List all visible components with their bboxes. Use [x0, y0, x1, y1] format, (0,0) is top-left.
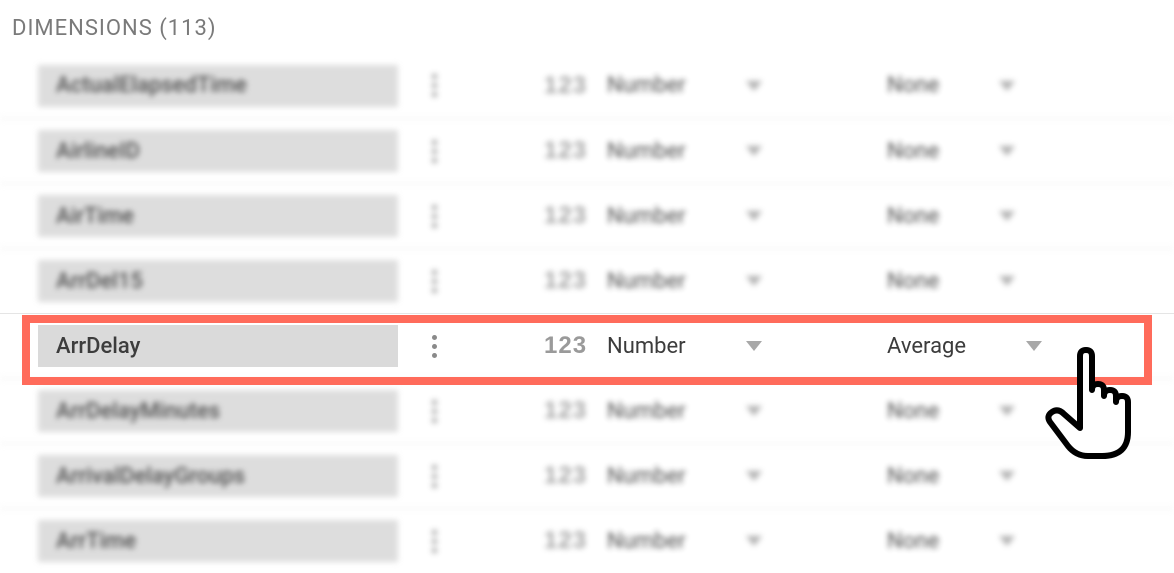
dimension-pill[interactable]: ActualElapsedTime: [38, 65, 398, 107]
type-dropdown[interactable]: Number: [607, 529, 807, 554]
dimension-pill[interactable]: ArrDelayMinutes: [38, 390, 398, 432]
dimension-pill[interactable]: ArrTime: [38, 520, 398, 562]
aggregation-dropdown[interactable]: None: [887, 399, 1087, 424]
kebab-menu-icon[interactable]: [414, 74, 454, 97]
number-type-icon: 123: [544, 202, 587, 230]
chevron-down-icon: [999, 81, 1015, 91]
aggregation-label: None: [887, 204, 939, 229]
kebab-menu-icon[interactable]: [414, 530, 454, 553]
chevron-down-icon: [999, 146, 1015, 156]
aggregation-label: None: [887, 464, 939, 489]
dimension-row[interactable]: ArrDel15 123 Number None: [0, 248, 1174, 313]
aggregation-dropdown[interactable]: None: [887, 139, 1087, 164]
dimension-row[interactable]: ArrDelay 123 Number Average: [0, 313, 1174, 378]
chevron-down-icon: [746, 471, 762, 481]
aggregation-label: None: [887, 529, 939, 554]
number-type-icon: 123: [544, 462, 587, 490]
dimension-pill[interactable]: ArrDelay: [38, 325, 398, 367]
aggregation-label: None: [887, 399, 939, 424]
aggregation-dropdown[interactable]: None: [887, 73, 1087, 98]
dimensions-list: ActualElapsedTime 123 Number None AirlineID 1…: [0, 53, 1174, 573]
type-dropdown[interactable]: Number: [607, 204, 807, 229]
number-type-icon: 123: [544, 72, 587, 100]
aggregation-label: Average: [887, 334, 966, 359]
kebab-menu-icon[interactable]: [414, 205, 454, 228]
aggregation-label: None: [887, 73, 939, 98]
type-label: Number: [607, 269, 686, 294]
chevron-down-icon: [746, 146, 762, 156]
dimension-pill[interactable]: ArrivalDelayGroups: [38, 455, 398, 497]
dimension-row[interactable]: ArrivalDelayGroups 123 Number None: [0, 443, 1174, 508]
aggregation-dropdown[interactable]: None: [887, 529, 1087, 554]
chevron-down-icon: [746, 406, 762, 416]
number-type-icon: 123: [544, 397, 587, 425]
kebab-menu-icon[interactable]: [414, 140, 454, 163]
number-type-icon: 123: [544, 267, 587, 295]
kebab-menu-icon[interactable]: [414, 465, 454, 488]
number-type-icon: 123: [544, 332, 587, 360]
dimensions-count: 113: [168, 16, 208, 41]
aggregation-dropdown[interactable]: None: [887, 269, 1087, 294]
type-label: Number: [607, 399, 686, 424]
chevron-down-icon: [1026, 341, 1042, 351]
chevron-down-icon: [999, 211, 1015, 221]
aggregation-dropdown[interactable]: Average: [887, 334, 1087, 359]
aggregation-label: None: [887, 139, 939, 164]
aggregation-label: None: [887, 269, 939, 294]
dimension-row[interactable]: AirTime 123 Number None: [0, 183, 1174, 248]
type-dropdown[interactable]: Number: [607, 334, 807, 359]
type-label: Number: [607, 204, 686, 229]
dimension-pill[interactable]: AirTime: [38, 195, 398, 237]
type-dropdown[interactable]: Number: [607, 464, 807, 489]
dimension-row[interactable]: AirlineID 123 Number None: [0, 118, 1174, 183]
chevron-down-icon: [999, 276, 1015, 286]
dimensions-header: DIMENSIONS (113): [0, 0, 1174, 53]
dimension-row[interactable]: ArrTime 123 Number None: [0, 508, 1174, 573]
chevron-down-icon: [746, 341, 762, 351]
aggregation-dropdown[interactable]: None: [887, 204, 1087, 229]
type-label: Number: [607, 529, 686, 554]
dimension-pill[interactable]: AirlineID: [38, 130, 398, 172]
type-label: Number: [607, 464, 686, 489]
kebab-menu-icon[interactable]: [414, 400, 454, 423]
type-dropdown[interactable]: Number: [607, 399, 807, 424]
number-type-icon: 123: [544, 137, 587, 165]
number-type-icon: 123: [544, 527, 587, 555]
kebab-menu-icon[interactable]: [414, 335, 454, 358]
dimension-row[interactable]: ActualElapsedTime 123 Number None: [0, 53, 1174, 118]
chevron-down-icon: [999, 406, 1015, 416]
dimension-row[interactable]: ArrDelayMinutes 123 Number None: [0, 378, 1174, 443]
type-dropdown[interactable]: Number: [607, 269, 807, 294]
chevron-down-icon: [746, 211, 762, 221]
dimension-pill[interactable]: ArrDel15: [38, 260, 398, 302]
aggregation-dropdown[interactable]: None: [887, 464, 1087, 489]
chevron-down-icon: [746, 276, 762, 286]
chevron-down-icon: [999, 471, 1015, 481]
type-dropdown[interactable]: Number: [607, 139, 807, 164]
type-label: Number: [607, 334, 686, 359]
dimensions-title: DIMENSIONS: [12, 16, 153, 41]
chevron-down-icon: [999, 536, 1015, 546]
type-dropdown[interactable]: Number: [607, 73, 807, 98]
chevron-down-icon: [746, 536, 762, 546]
chevron-down-icon: [746, 81, 762, 91]
type-label: Number: [607, 139, 686, 164]
kebab-menu-icon[interactable]: [414, 270, 454, 293]
type-label: Number: [607, 73, 686, 98]
